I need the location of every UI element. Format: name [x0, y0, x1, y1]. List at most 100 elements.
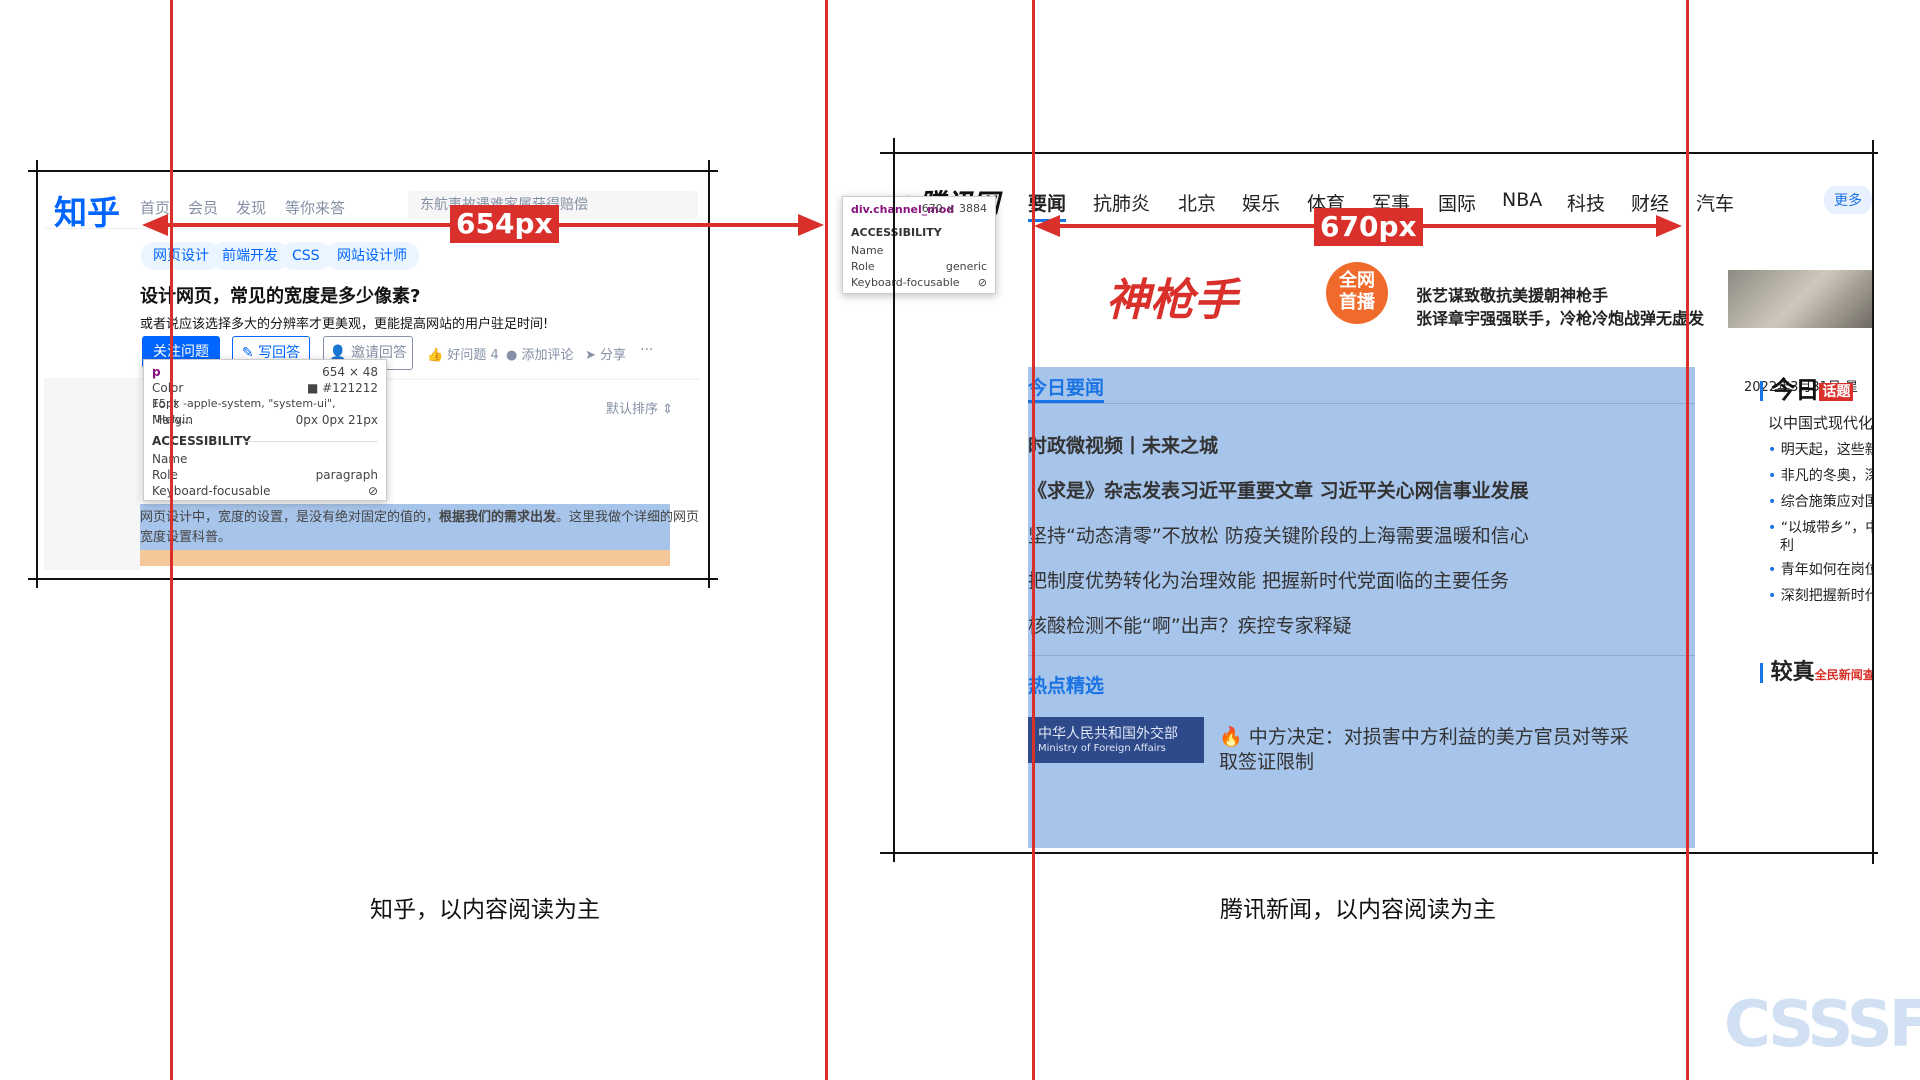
news-item-3[interactable]: 核酸检测不能“啊”出声？疾控专家释疑	[1028, 611, 1352, 638]
tooltip-size-right: 670 × 3884	[921, 202, 987, 215]
nav-tab-finance[interactable]: 财经	[1631, 189, 1669, 216]
left-arrow-left-icon	[142, 214, 168, 236]
sidebar-item-1[interactable]: • 明天起，这些新规将影	[1768, 439, 1872, 459]
zhihu-nav-discover[interactable]: 发现	[236, 197, 266, 218]
sidebar-item-5[interactable]: • 青年如何在岗位建功中	[1768, 559, 1872, 579]
sidebar-item-4-cont: 利	[1780, 538, 1794, 554]
tooltip-color-label: Color	[152, 381, 184, 395]
tag-web-designer[interactable]: 网站设计师	[325, 242, 419, 270]
headline-bold-1[interactable]: 时政微视频丨未来之城	[1028, 431, 1218, 458]
hot-news-headline[interactable]: 🔥 中方决定：对损害中方利益的美方官员对等采	[1219, 722, 1629, 749]
tag-css[interactable]: CSS	[280, 242, 332, 270]
good-question-label: 好问题 4	[447, 348, 499, 363]
tooltip-font-row: Font 15px -apple-system, "system-ui", "H…	[152, 396, 378, 426]
banner-line-1[interactable]: 张艺谋致敬抗美援朝神枪手	[1416, 282, 1608, 306]
nav-tab-international[interactable]: 国际	[1438, 189, 1476, 216]
right-arrow-right-icon	[1656, 215, 1682, 237]
right-frame-bottom-line	[880, 852, 1878, 854]
sidebar-item-2[interactable]: • 非凡的冬奥，深刻的启	[1768, 465, 1872, 485]
tag-web-design[interactable]: 网页设计	[141, 242, 221, 270]
tooltip-keyboard-row: Keyboard-focusable ⊘	[152, 484, 378, 498]
highlighted-paragraph: 网页设计中，宽度的设置，是没有绝对固定的值的，根据我们的需求出发。这里我做个详细…	[140, 504, 699, 550]
section-today-title: 今日要闻	[1028, 377, 1105, 399]
channel-mod-highlight: 今日要闻 时政微视频丨未来之城 《求是》杂志发表习近平重要文章 习近平关心网信事…	[1028, 367, 1695, 848]
banner-rifle-image	[1728, 270, 1872, 328]
sidebar-accent-bar-2	[1760, 663, 1763, 683]
left-frame-bottom-line	[28, 578, 718, 580]
section-divider	[1028, 403, 1695, 404]
banner-line-2[interactable]: 张译章宇强强联手，冷枪冷炮战弹无虚发	[1416, 305, 1704, 329]
sidebar-item-3[interactable]: • 综合施策应对国际大宗	[1768, 491, 1872, 511]
not-allowed-icon-right: ⊘	[977, 276, 987, 289]
news-item-1[interactable]: 坚持“动态清零”不放松 防疫关键阶段的上海需要温暖和信心	[1028, 521, 1529, 548]
left-measure-label: 654px	[450, 205, 559, 243]
thumbs-up-icon: 👍	[427, 348, 444, 363]
banner-premiere-badge: 全网 首播	[1326, 262, 1388, 324]
nav-tab-nba[interactable]: NBA	[1502, 189, 1542, 211]
color-swatch-icon: ■	[306, 381, 319, 395]
tooltip-role-value: paragraph	[315, 468, 378, 482]
banner-brush-title: 神枪手	[1106, 275, 1238, 326]
sort-dropdown[interactable]: 默认排序 ⇕	[606, 398, 673, 417]
zhihu-nav-waiting[interactable]: 等你来答	[285, 197, 345, 218]
margin-highlight	[140, 550, 670, 566]
zhihu-devtools-tooltip: p 654 × 48 Color ■ #121212 Font 15px -ap…	[143, 359, 387, 501]
not-allowed-icon: ⊘	[367, 484, 378, 498]
tooltip-margin-row: Margin 0px 0px 21px	[152, 412, 378, 428]
nav-tab-anti-pneumonia[interactable]: 抗肺炎	[1093, 189, 1150, 216]
add-comment-label: 添加评论	[521, 348, 574, 363]
tooltip-color-value: ■ #121212	[306, 381, 378, 395]
red-guide-line-2	[825, 0, 828, 1080]
right-frame-left-line	[893, 138, 895, 862]
tooltip-margin-value: 0px 0px 21px	[295, 413, 378, 427]
tooltip-name-row-right: Name	[851, 244, 884, 257]
sidebar-bottom-card[interactable]: 较真全民新闻查证平	[1760, 654, 1872, 686]
right-frame-top-line	[880, 152, 1878, 154]
sidebar-topic-title: 今日 话题	[1760, 370, 1854, 405]
sidebar-item-6[interactable]: • 深刻把握新时代党面临	[1768, 585, 1872, 605]
nav-tab-tech[interactable]: 科技	[1567, 189, 1605, 216]
question-detail: 或者说应该选择多大的分辨率才更美观，更能提高网站的用户驻足时间!	[140, 317, 549, 332]
nav-tab-beijing[interactable]: 北京	[1178, 189, 1216, 216]
tooltip-keyboard-row-right: Keyboard-focusable ⊘	[851, 276, 987, 289]
right-measure-label: 670px	[1314, 208, 1423, 246]
more-actions-button[interactable]: ···	[640, 342, 653, 358]
left-frame-left-line	[36, 160, 38, 588]
zhihu-nav-member[interactable]: 会员	[188, 197, 218, 218]
hot-image-caption-1: 中华人民共和国外交部	[1038, 726, 1178, 742]
tooltip-tag: p	[152, 365, 161, 379]
nav-more-button[interactable]: 更多	[1824, 186, 1872, 214]
zhihu-logo[interactable]: 知乎	[54, 186, 120, 234]
share-button[interactable]: ➤ 分享	[585, 344, 626, 363]
question-title: 设计网页，常见的宽度是多少像素?	[140, 286, 421, 307]
updown-icon: ⇕	[662, 402, 674, 417]
news-item-2[interactable]: 把制度优势转化为治理效能 把握新时代党面临的主要任务	[1028, 566, 1509, 593]
good-question-button[interactable]: 👍 好问题 4	[427, 344, 499, 363]
tooltip-size: 654 × 48	[322, 365, 378, 379]
hot-news-headline-line-2: 取签证限制	[1219, 751, 1315, 773]
tooltip-accessibility-header-right: ACCESSIBILITY	[851, 226, 942, 239]
left-caption: 知乎，以内容阅读为主	[370, 897, 600, 923]
share-label: 分享	[600, 348, 627, 363]
tooltip-role-value-right: generic	[945, 260, 987, 273]
sidebar-item-4[interactable]: • “以城带乡”，中国农	[1768, 517, 1872, 537]
tooltip-role-row: Role paragraph	[152, 468, 378, 482]
red-guide-line-3	[1032, 0, 1035, 1080]
section-hot-title: 热点精选	[1028, 675, 1105, 697]
hot-news-image[interactable]: 中华人民共和国外交部 Ministry of Foreign Affairs	[1028, 717, 1204, 763]
right-caption: 腾讯新闻，以内容阅读为主	[1220, 897, 1496, 923]
add-comment-button[interactable]: ● 添加评论	[506, 344, 574, 363]
sort-label: 默认排序	[606, 402, 659, 417]
tooltip-color-row: Color ■ #121212	[152, 380, 378, 396]
headline-bold-2[interactable]: 《求是》杂志发表习近平重要文章 习近平关心网信事业发展	[1028, 476, 1529, 503]
comment-icon: ●	[506, 348, 518, 363]
tooltip-selector-row: div.channel_mod 670 × 3884	[851, 201, 987, 217]
tag-frontend[interactable]: 前端开发	[210, 242, 290, 270]
nav-tab-auto[interactable]: 汽车	[1696, 189, 1734, 216]
nav-tab-entertainment[interactable]: 娱乐	[1242, 189, 1280, 216]
sidebar-subtitle[interactable]: 以中国式现代化推进	[1768, 412, 1872, 433]
sidebar-accent-bar	[1760, 381, 1763, 401]
red-guide-line-1	[170, 0, 173, 1080]
paper-plane-icon: ➤	[585, 348, 596, 363]
tencent-devtools-tooltip: div.channel_mod 670 × 3884 ACCESSIBILITY…	[842, 196, 996, 294]
